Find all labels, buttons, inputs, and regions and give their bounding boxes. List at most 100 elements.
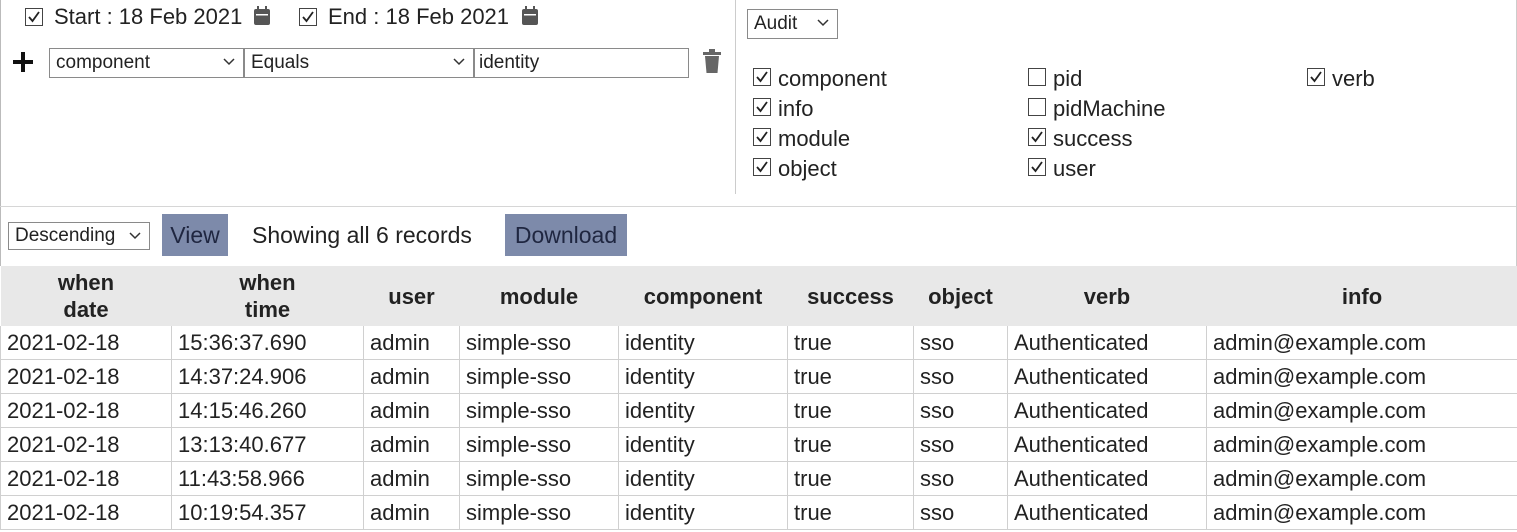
table-cell: identity (618, 495, 788, 530)
end-date-checkbox[interactable] (299, 8, 317, 26)
column-toggle-checkbox[interactable] (1028, 128, 1046, 146)
column-toggle-label: object (778, 156, 837, 181)
table-cell: 15:36:37.690 (171, 326, 364, 360)
table-cell: Authenticated (1007, 359, 1207, 394)
table-cell: sso (913, 359, 1008, 394)
column-header-line: module (499, 283, 579, 309)
table-cell: admin (363, 427, 460, 462)
column-header[interactable]: verb (1007, 266, 1207, 326)
column-toggle-checkbox[interactable] (1028, 158, 1046, 176)
column-header-line: user (388, 283, 435, 309)
column-header-line: verb (1083, 283, 1131, 309)
column-header[interactable]: module (459, 266, 619, 326)
table-cell: admin (363, 495, 460, 530)
table-cell: true (787, 326, 914, 360)
column-header-line: info (1341, 283, 1383, 309)
column-toggle-label: success (1053, 126, 1133, 151)
panel-divider (735, 0, 736, 194)
table-cell: admin@example.com (1206, 326, 1517, 360)
table-cell: identity (618, 326, 788, 360)
table-body: 2021-02-18 15:36:37.690 admin simple-sso ide… (0, 326, 1517, 530)
column-header[interactable]: success (787, 266, 914, 326)
table-cell: 2021-02-18 (0, 461, 172, 496)
filter-value-input[interactable]: identity (474, 48, 689, 78)
table-cell: 2021-02-18 (0, 393, 172, 428)
filter-field-value: component (56, 52, 151, 73)
table-row[interactable]: 2021-02-18 14:15:46.260 admin simple-sso ide… (0, 393, 1517, 428)
download-button[interactable]: Download (505, 214, 627, 256)
table-cell: 11:43:58.966 (171, 461, 364, 496)
column-toggle-label: user (1053, 156, 1096, 181)
table-row[interactable]: 2021-02-18 11:43:58.966 admin simple-sso ide… (0, 461, 1517, 496)
trash-icon[interactable] (702, 49, 722, 74)
table-cell: admin@example.com (1206, 495, 1517, 530)
table-cell: simple-sso (459, 393, 619, 428)
end-date-label: End : 18 Feb 2021 (328, 4, 510, 29)
column-header-line: when (57, 270, 115, 295)
sort-order-select[interactable]: Descending (8, 222, 150, 250)
table-row[interactable]: 2021-02-18 13:13:40.677 admin simple-sso ide… (0, 427, 1517, 462)
table-cell: 2021-02-18 (0, 359, 172, 394)
audit-select[interactable]: Audit (747, 9, 838, 39)
table-cell: 2021-02-18 (0, 326, 172, 360)
view-button[interactable]: View (162, 214, 228, 256)
column-header[interactable]: object (913, 266, 1008, 326)
table-cell: Authenticated (1007, 393, 1207, 428)
table-cell: identity (618, 461, 788, 496)
table-cell: simple-sso (459, 427, 619, 462)
column-header[interactable]: user (363, 266, 460, 326)
table-cell: admin@example.com (1206, 393, 1517, 428)
table-cell: 14:15:46.260 (171, 393, 364, 428)
table-cell: 10:19:54.357 (171, 495, 364, 530)
table-cell: admin (363, 461, 460, 496)
table-cell: 13:13:40.677 (171, 427, 364, 462)
column-header-line: success (807, 283, 894, 309)
column-header[interactable]: when date (0, 266, 172, 326)
table-header-row: when date when time user module component succe… (0, 266, 1517, 326)
column-toggle-checkbox[interactable] (753, 68, 771, 86)
table-cell: admin (363, 393, 460, 428)
column-toggle-checkbox[interactable] (753, 158, 771, 176)
calendar-icon[interactable] (253, 6, 271, 26)
column-header[interactable]: when time (171, 266, 364, 326)
table-cell: admin@example.com (1206, 359, 1517, 394)
calendar-icon[interactable] (521, 6, 539, 26)
column-toggle-checkbox[interactable] (1028, 68, 1046, 86)
table-cell: Authenticated (1007, 326, 1207, 360)
table-cell: Authenticated (1007, 461, 1207, 496)
table-cell: sso (913, 461, 1008, 496)
column-toggle-checkbox[interactable] (1307, 68, 1325, 86)
table-cell: simple-sso (459, 359, 619, 394)
table-cell: true (787, 427, 914, 462)
table-cell: sso (913, 495, 1008, 530)
add-filter-icon[interactable] (12, 51, 34, 73)
filter-field-select[interactable]: component (49, 48, 244, 78)
filter-operator-value: Equals (251, 52, 310, 73)
start-date-checkbox[interactable] (25, 8, 43, 26)
table-row[interactable]: 2021-02-18 10:19:54.357 admin simple-sso ide… (0, 495, 1517, 530)
column-toggle-label: pidMachine (1053, 96, 1166, 121)
column-header[interactable]: component (618, 266, 788, 326)
column-header-line: date (63, 297, 109, 322)
table-row[interactable]: 2021-02-18 15:36:37.690 admin simple-sso ide… (0, 326, 1517, 360)
table-cell: Authenticated (1007, 495, 1207, 530)
chevron-down-icon (453, 58, 465, 66)
table-cell: admin@example.com (1206, 461, 1517, 496)
column-toggle-checkbox[interactable] (1028, 98, 1046, 116)
table-cell: simple-sso (459, 326, 619, 360)
column-toggle-checkbox[interactable] (753, 128, 771, 146)
filter-operator-select[interactable]: Equals (244, 48, 474, 78)
column-toggle-label: info (778, 96, 814, 121)
table-row[interactable]: 2021-02-18 14:37:24.906 admin simple-sso ide… (0, 359, 1517, 394)
column-toggle-label: module (778, 126, 851, 151)
column-toggle-checkbox[interactable] (753, 98, 771, 116)
section-divider (0, 206, 1517, 207)
table-cell: sso (913, 393, 1008, 428)
audit-select-value: Audit (754, 13, 798, 34)
table-cell: sso (913, 326, 1008, 360)
column-header-line: time (244, 297, 291, 322)
table-cell: 2021-02-18 (0, 495, 172, 530)
sort-order-value: Descending (15, 225, 116, 246)
column-header[interactable]: info (1206, 266, 1517, 326)
table-cell: identity (618, 359, 788, 394)
